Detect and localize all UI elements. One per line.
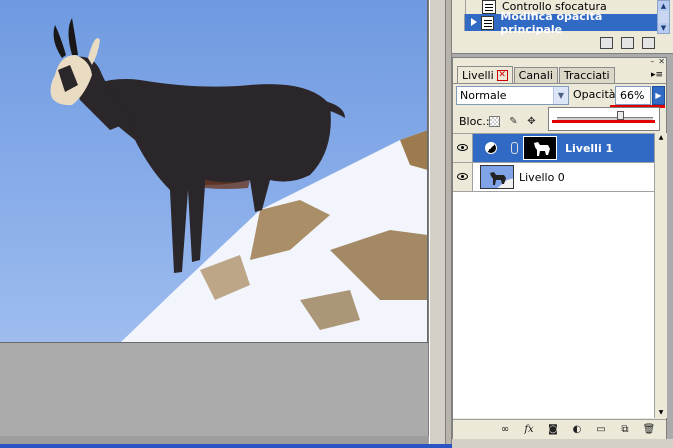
panel-dock-gutter [429,0,446,448]
scroll-up-icon[interactable]: ▲ [658,1,669,11]
tab-label: Canali [518,69,553,82]
layer-thumbnail[interactable] [480,165,514,189]
chevron-down-icon[interactable]: ▼ [553,87,568,104]
trash-icon[interactable] [642,37,655,49]
layers-footer-toolbar: ∞ fx ◙ ◐ ▭ ⧉ 🗑 [453,419,666,439]
eye-icon [457,173,468,180]
history-scrollbar[interactable]: ▲ ▼ [657,0,670,34]
history-toolbar [452,35,673,51]
blend-mode-select[interactable]: Normale ▼ [456,86,569,105]
lock-image-brush-icon[interactable]: ✎ [508,116,519,127]
history-item-label: Modifica opacità principale [500,9,603,36]
camera-snapshot-icon[interactable] [621,37,634,49]
opacity-slider-toggle-icon[interactable]: ▶ [652,86,665,105]
layer-list: Livelli 1 Livello 0 [453,133,654,418]
layers-scrollbar[interactable]: ▲ ▼ [654,133,667,418]
layer-visibility-toggle[interactable] [453,134,473,162]
scroll-down-icon[interactable]: ▼ [658,23,669,33]
layer-name: Livelli 1 [565,142,614,155]
opacity-label: Opacità: [573,88,620,101]
layer-mask-thumbnail[interactable] [523,136,557,160]
history-state-arrow-icon[interactable] [471,18,477,26]
tab-divider [453,83,666,84]
scroll-up-icon[interactable]: ▲ [655,133,667,143]
tab-label: Livelli [462,68,494,82]
chain-link-icon[interactable] [511,142,518,154]
layer-visibility-toggle[interactable] [453,163,473,191]
minimize-icon[interactable]: – [650,58,654,66]
history-snapshot-box[interactable] [452,14,466,31]
lock-label: Bloc.: [459,115,490,128]
panel-status-strip [452,439,673,448]
lock-transparency-icon[interactable] [489,116,500,127]
tab-canali[interactable]: Canali [513,67,558,83]
adjustment-layer-icon [485,142,497,154]
opacity-input[interactable]: 66% [615,86,651,105]
panel-menu-icon[interactable]: ▸≡ [651,69,663,81]
tab-label: Tracciati [563,69,610,82]
blend-row: Normale ▼ Opacità: 66% ▶ [456,86,665,105]
opacity-slider-popup[interactable] [548,107,660,131]
panel-tabs: Livelli ✕ Canali Tracciati [457,66,616,83]
tab-tracciati[interactable]: Tracciati [558,67,615,83]
mask-silhouette [534,142,550,156]
close-icon[interactable]: ✕ [496,69,508,81]
layer-row[interactable]: Livello 0 [453,163,654,192]
layer-name: Livello 0 [519,171,565,184]
chamois-photo [50,18,427,342]
layer-row-selected[interactable]: Livelli 1 [453,134,654,163]
lock-position-move-icon[interactable]: ✥ [526,116,537,127]
opacity-slider-thumb[interactable] [617,111,624,120]
tab-livelli[interactable]: Livelli ✕ [457,66,513,83]
history-snapshot-box[interactable] [452,0,466,15]
new-layer-icon[interactable]: ⧉ [616,423,634,437]
eye-icon [457,144,468,151]
history-step-icon [482,0,496,14]
link-layers-icon[interactable]: ∞ [496,423,514,437]
history-item-selected[interactable]: Modifica opacità principale [452,10,657,36]
document-canvas[interactable] [0,0,428,343]
history-panel: Controllo sfocatura Modifica opacità pri… [452,0,673,54]
layers-panel: – ✕ Livelli ✕ Canali Tracciati ▸≡ Normal… [452,57,667,448]
thumbnail-image [490,172,513,188]
layer-style-fx-icon[interactable]: fx [520,423,538,437]
folder-group-icon[interactable]: ▭ [592,423,610,437]
history-step-icon [481,15,495,30]
panel-window-controls: – ✕ [453,58,668,66]
blend-mode-value: Normale [460,89,507,102]
annotation-underline [552,120,655,123]
close-icon[interactable]: ✕ [658,58,665,66]
os-taskbar [0,444,452,448]
adjustment-layer-icon[interactable]: ◐ [568,423,586,437]
add-mask-icon[interactable]: ◙ [544,423,562,437]
trash-icon[interactable]: 🗑 [640,423,658,437]
new-document-from-state-icon[interactable] [600,37,613,49]
scroll-down-icon[interactable]: ▼ [655,408,667,418]
